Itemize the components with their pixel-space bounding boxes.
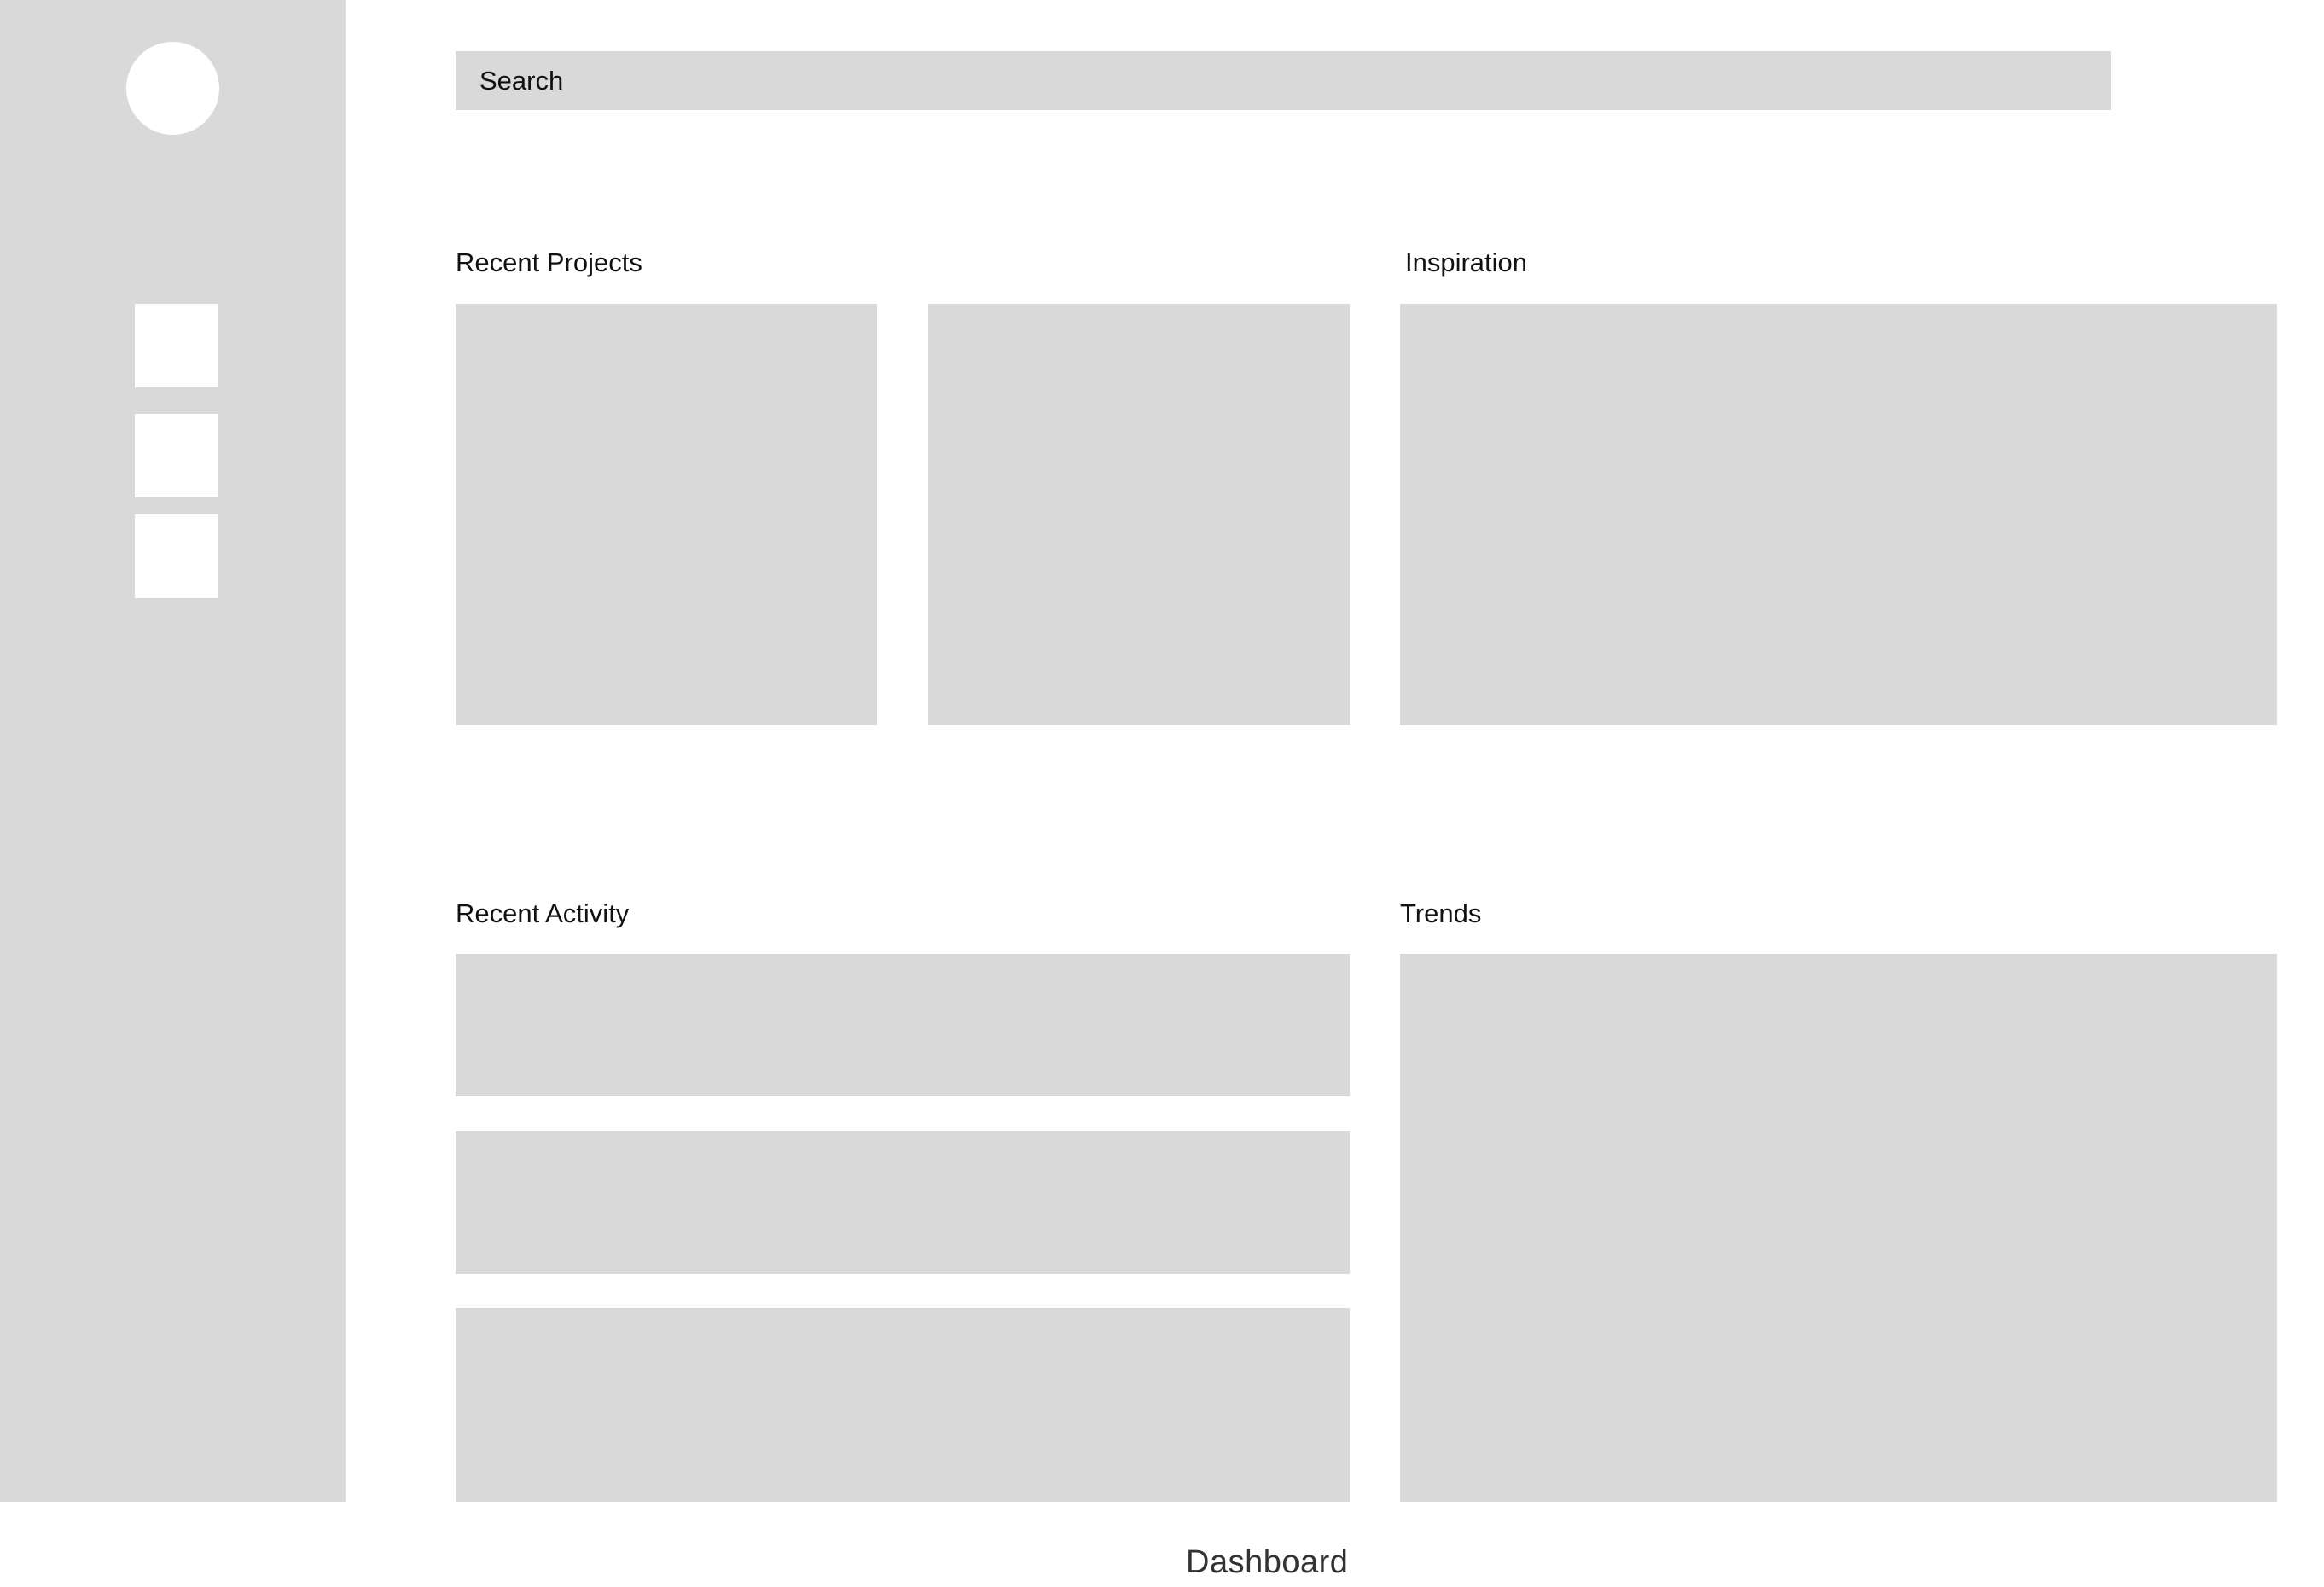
trends-heading: Trends <box>1400 898 1482 928</box>
sidebar <box>0 0 346 1502</box>
activity-item-1[interactable] <box>456 954 1350 1096</box>
inspiration-heading: Inspiration <box>1405 247 1528 277</box>
inspiration-card[interactable] <box>1400 304 2277 725</box>
page-title: Dashboard <box>1186 1544 1349 1580</box>
dashboard-wireframe: Search Recent Projects Inspiration Recen… <box>0 0 2324 1587</box>
recent-project-card-1[interactable] <box>456 304 877 725</box>
sidebar-nav-item-2[interactable] <box>135 414 218 497</box>
recent-project-card-2[interactable] <box>928 304 1350 725</box>
sidebar-nav-item-3[interactable] <box>135 514 218 598</box>
activity-item-2[interactable] <box>456 1131 1350 1274</box>
recent-projects-heading: Recent Projects <box>456 247 642 277</box>
sidebar-nav-item-1[interactable] <box>135 304 218 387</box>
search-placeholder: Search <box>479 65 564 96</box>
search-input[interactable]: Search <box>456 51 2111 110</box>
recent-activity-heading: Recent Activity <box>456 898 630 928</box>
activity-item-3[interactable] <box>456 1308 1350 1502</box>
trends-panel[interactable] <box>1400 954 2277 1502</box>
avatar[interactable] <box>126 42 219 135</box>
